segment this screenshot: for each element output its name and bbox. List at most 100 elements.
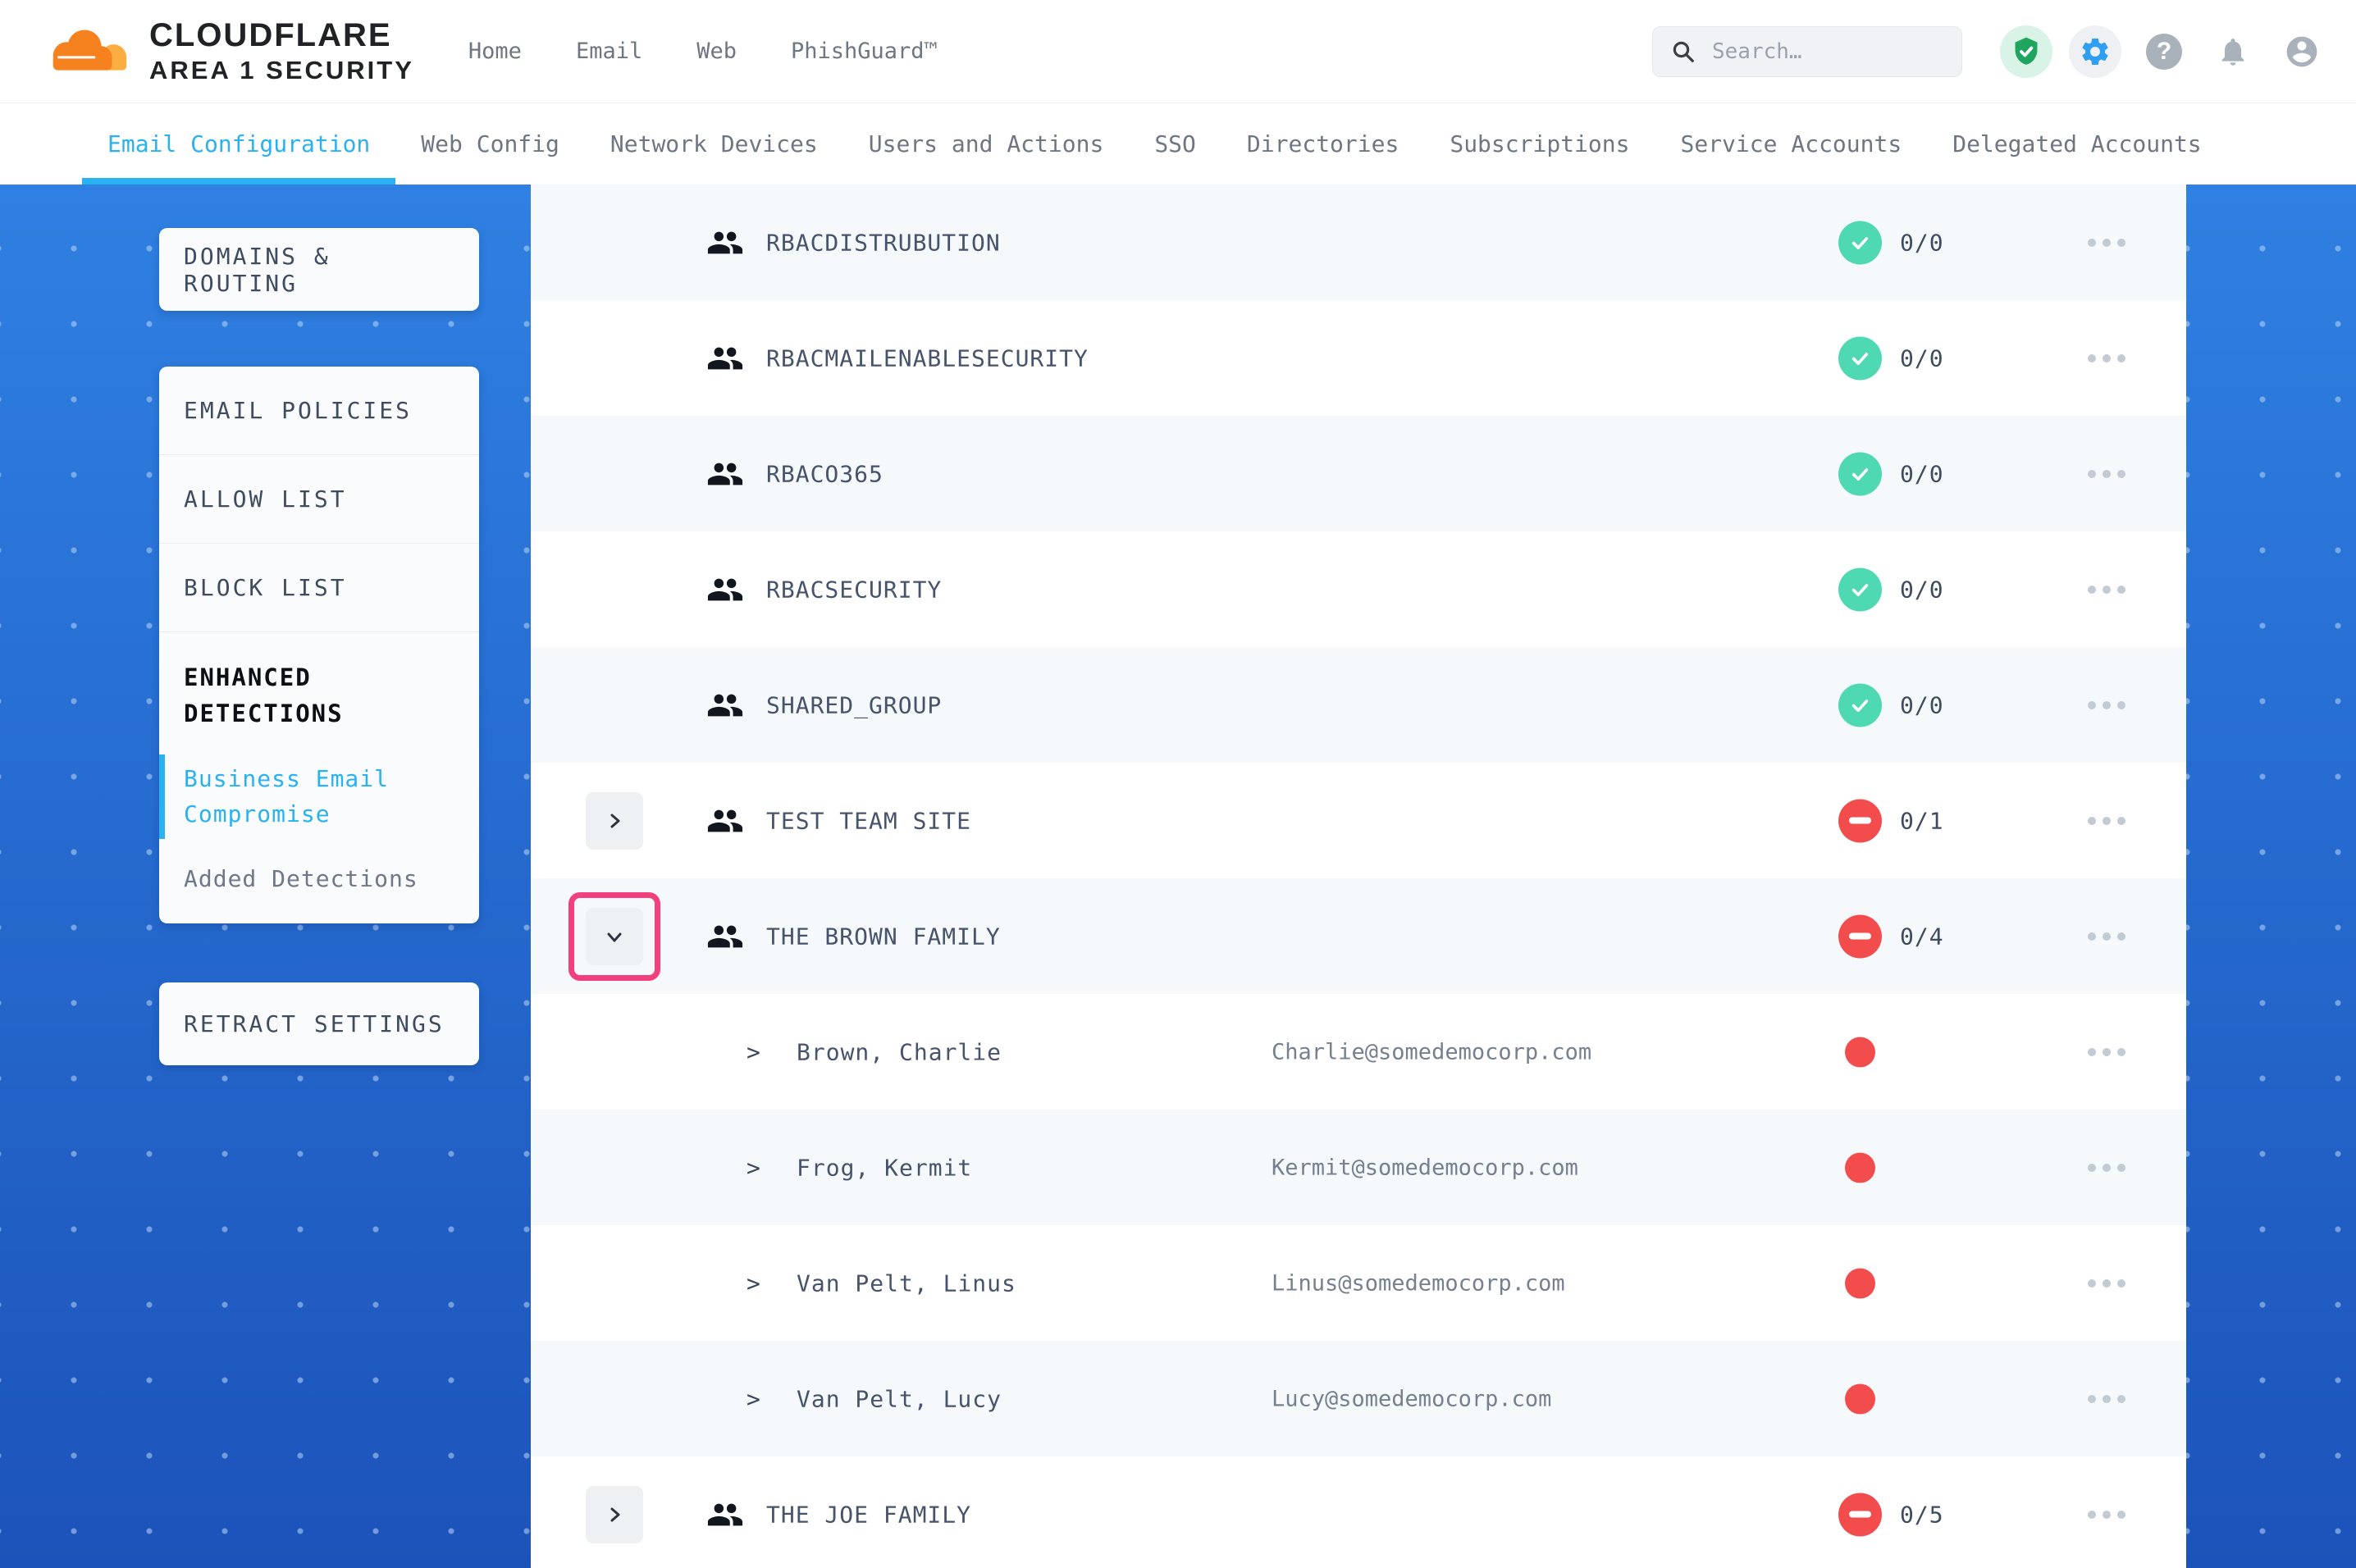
row-actions-button[interactable] [2080,693,2134,718]
status-check-badge [1838,683,1882,727]
tab[interactable]: Service Accounts [1655,103,1928,185]
nav-item[interactable]: Home [468,39,522,64]
gear-icon[interactable] [2069,25,2121,78]
row-actions-button[interactable] [2080,462,2134,486]
nav-item-label: PhishGuard™ [791,39,938,64]
tab[interactable]: Network Devices [585,103,843,185]
minus-icon [1849,933,1871,940]
expand-toggle-button[interactable] [586,792,643,850]
config-tabbar: Email Configuration Web Config Network D… [0,103,2356,185]
sidebar-item-business-email-compromise[interactable]: Business Email Compromise [159,756,479,837]
group-icon [706,340,744,377]
row-email: Charlie@somedemocorp.com [1272,1039,1591,1064]
member-expand-caret[interactable]: > [747,1385,760,1412]
nav-item[interactable]: Email [576,39,642,64]
sidebar-item-added-detections[interactable]: Added Detections [159,865,479,892]
member-expand-caret[interactable]: > [747,1154,760,1181]
row-actions-button[interactable] [2080,1040,2134,1064]
group-icon [706,686,744,724]
group-icon [706,1496,744,1534]
status-count: 0/0 [1900,691,1944,718]
tab-label: SSO [1154,130,1196,157]
settings-sidebar: DOMAINS & ROUTING EMAIL POLICIES ALLOW L… [159,228,479,1065]
nav-item[interactable]: PhishGuard™ [791,39,938,64]
sidebar-item-domains-routing[interactable]: DOMAINS & ROUTING [159,228,479,311]
table-row: RBACMAILENABLESECURITY 0/0 [531,300,2186,416]
tab-label: Web Config [421,130,559,157]
member-expand-caret[interactable]: > [747,1269,760,1297]
sidebar-item-block-list[interactable]: BLOCK LIST [159,544,479,632]
row-actions-button[interactable] [2080,809,2134,833]
group-icon [706,802,744,840]
row-actions-button[interactable] [2080,577,2134,602]
status-check-badge [1838,221,1882,264]
brand-title: CLOUDFLARE [149,18,414,52]
tab[interactable]: Users and Actions [843,103,1130,185]
row-actions-button[interactable] [2080,1502,2134,1527]
tab[interactable]: SSO [1129,103,1221,185]
chevron-right-icon [604,1504,625,1525]
status-minus-badge [1838,799,1882,842]
status-count: 0/1 [1900,807,1944,834]
row-actions-button[interactable] [2080,924,2134,949]
ellipsis-icon [2088,354,2096,362]
table-row: > Van Pelt, Linus Linus@somedemocorp.com [531,1225,2186,1341]
row-name: RBACSECURITY [766,576,942,603]
help-icon[interactable]: ? [2138,25,2190,78]
expand-toggle-button[interactable] [586,908,643,965]
check-icon [1849,463,1871,485]
ellipsis-icon [2088,586,2096,594]
tab[interactable]: Directories [1221,103,1424,185]
tab[interactable]: Email Configuration [82,103,395,185]
tab[interactable]: Subscriptions [1424,103,1655,185]
ellipsis-icon [2088,1164,2096,1172]
sidebar-label: ALLOW LIST [184,485,347,513]
sidebar-item-email-policies[interactable]: EMAIL POLICIES [159,367,479,455]
enhanced-detections-heading: ENHANCED DETECTIONS [159,660,479,732]
row-actions-button[interactable] [2080,346,2134,371]
ellipsis-icon [2088,932,2096,941]
member-expand-caret[interactable]: > [747,1038,760,1065]
email-policies-card: EMAIL POLICIES ALLOW LIST BLOCK LIST ENH… [159,367,479,923]
expand-toggle-button[interactable] [586,1486,643,1543]
row-name: TEST TEAM SITE [766,807,971,834]
row-name: Frog, Kermit [797,1154,972,1181]
shield-check-icon[interactable] [2000,25,2052,78]
chevron-right-icon [604,810,625,832]
tab[interactable]: Delegated Accounts [1927,103,2226,185]
table-row: RBACDISTRUBUTION 0/0 [531,185,2186,300]
status-dot [1845,1383,1875,1414]
brand-subtitle: AREA 1 SECURITY [149,56,414,85]
table-row: > Brown, Charlie Charlie@somedemocorp.co… [531,994,2186,1110]
row-name: SHARED_GROUP [766,691,942,718]
row-actions-button[interactable] [2080,1387,2134,1411]
table-row: SHARED_GROUP 0/0 [531,647,2186,763]
tab-label: Email Configuration [107,130,370,157]
row-actions-button[interactable] [2080,1271,2134,1296]
search-input[interactable] [1710,39,1943,65]
row-email: Kermit@somedemocorp.com [1272,1155,1578,1180]
sidebar-item-allow-list[interactable]: ALLOW LIST [159,455,479,544]
table-row: > Van Pelt, Lucy Lucy@somedemocorp.com [531,1341,2186,1456]
row-actions-button[interactable] [2080,230,2134,255]
status-check-badge [1838,567,1882,611]
row-name: THE JOE FAMILY [766,1501,971,1528]
tab-label: Users and Actions [869,130,1104,157]
row-name: Brown, Charlie [797,1038,1002,1065]
row-name: THE BROWN FAMILY [766,923,1001,950]
search-icon [1671,39,1696,64]
user-avatar-icon[interactable] [2276,25,2328,78]
status-minus-badge [1838,914,1882,958]
tab[interactable]: Web Config [395,103,585,185]
bell-icon[interactable] [2207,25,2259,78]
search-box[interactable] [1652,26,1962,77]
nav-item[interactable]: Web [696,39,737,64]
top-header: CLOUDFLARE AREA 1 SECURITY Home Email We… [0,0,2356,103]
status-count: 0/0 [1900,576,1944,603]
sidebar-item-retract-settings[interactable]: RETRACT SETTINGS [159,982,479,1065]
row-name: RBACMAILENABLESECURITY [766,344,1089,371]
ellipsis-icon [2088,817,2096,825]
sidebar-label: EMAIL POLICIES [184,397,412,424]
row-actions-button[interactable] [2080,1155,2134,1180]
table-row: RBACO365 0/0 [531,416,2186,531]
